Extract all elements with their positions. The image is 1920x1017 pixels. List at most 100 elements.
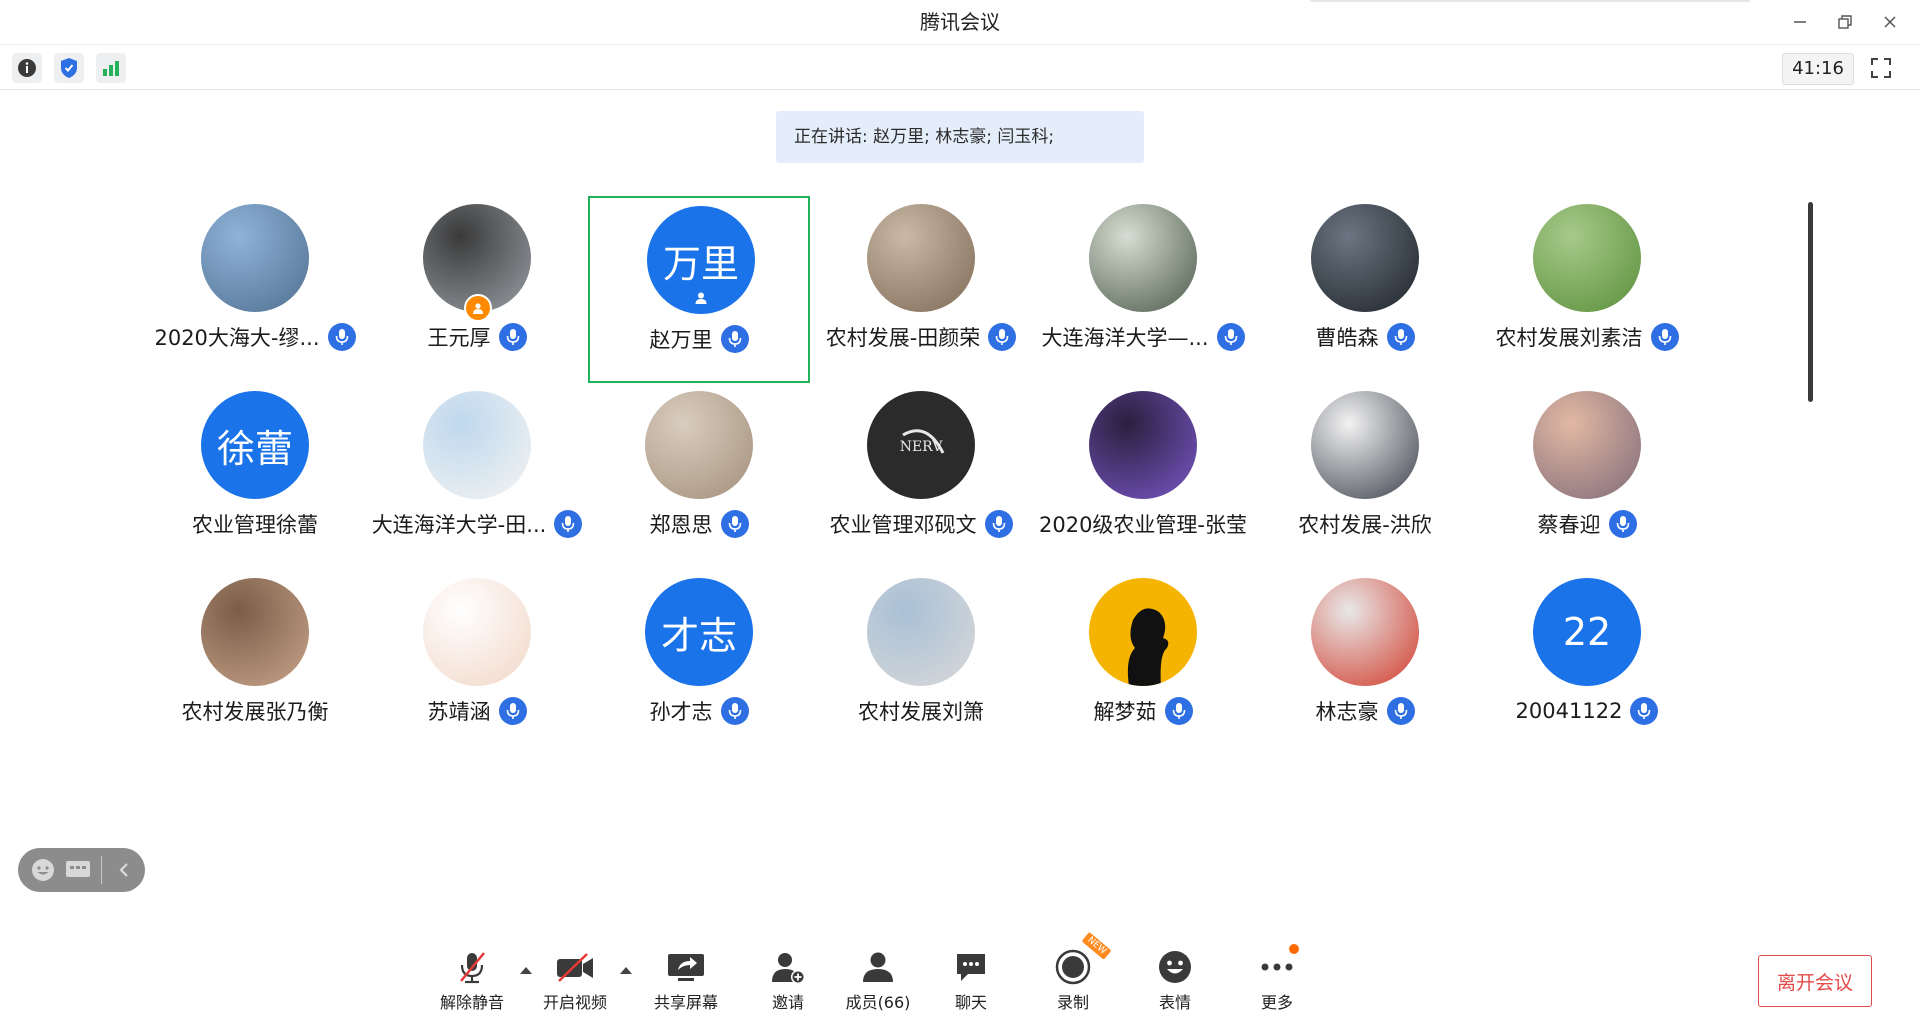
participant-name-row: 孙才志: [588, 695, 810, 727]
caption-button[interactable]: [65, 856, 92, 884]
leave-meeting-button[interactable]: 离开会议: [1758, 955, 1872, 1007]
participant-name: 农业管理徐蕾: [192, 513, 318, 537]
restore-icon: [1837, 15, 1852, 29]
participant-tile[interactable]: 苏靖涵: [366, 570, 588, 757]
participant-name: 农村发展-洪欣: [1298, 513, 1432, 537]
more-label: 更多: [1260, 993, 1293, 1012]
participant-tile[interactable]: 22 20041122: [1476, 570, 1698, 757]
avatar-initials-text: 徐蕾: [216, 426, 293, 471]
participant-name: 王元厚: [427, 326, 491, 350]
participant-tile[interactable]: 蔡春迎: [1476, 383, 1698, 570]
participant-tile[interactable]: 农村发展刘素洁: [1476, 196, 1698, 383]
avatar-image: [867, 578, 975, 686]
participant-tile[interactable]: 解梦茹: [1032, 570, 1254, 757]
participant-tile[interactable]: 林志豪: [1254, 570, 1476, 757]
avatar-image: [1311, 578, 1419, 686]
restore-button[interactable]: [1822, 0, 1867, 44]
mic-active-icon: [1608, 510, 1637, 538]
participant-name: 解梦茹: [1093, 700, 1157, 724]
participant-tile[interactable]: 农村发展张乃衡: [144, 570, 366, 757]
participant-tile[interactable]: 农村发展-洪欣: [1254, 383, 1476, 570]
participant-tile[interactable]: 曹皓森: [1254, 196, 1476, 383]
participant-grid: 2020大海大-缪... 王元厚 万里 赵万里 农村发展-田颜荣 大连海洋大学—... 曹皓…: [0, 0, 1800, 760]
emoji-button[interactable]: [30, 856, 57, 884]
participant-name-row: 曹皓森: [1254, 321, 1476, 353]
participant-name-row: 农村发展-洪欣: [1254, 508, 1476, 540]
avatar-image: [1533, 391, 1641, 499]
mic-active-icon: [1386, 697, 1415, 725]
participant-tile[interactable]: 农村发展-田颜荣: [810, 196, 1032, 383]
participant-name-row: 解梦茹: [1032, 695, 1254, 727]
participant-name: 农村发展刘素洁: [1495, 326, 1643, 350]
avatar-initials: 才志: [645, 578, 753, 686]
reactions-label: 表情: [1158, 993, 1191, 1012]
reactions-button[interactable]: 表情: [1130, 948, 1220, 1014]
fullscreen-button[interactable]: [1866, 53, 1896, 83]
participant-tile[interactable]: 万里 赵万里: [588, 196, 810, 383]
avatar-initials-text: 万里: [662, 241, 739, 286]
user-icon: [691, 288, 711, 308]
record-label: 录制: [1056, 993, 1089, 1012]
participant-tile[interactable]: 郑恩思: [588, 383, 810, 570]
more-button[interactable]: 更多: [1232, 944, 1322, 1014]
close-icon: [1883, 16, 1896, 28]
participant-name-row: 大连海洋大学-田...: [366, 508, 588, 540]
participant-name: 大连海洋大学—...: [1041, 326, 1209, 350]
invite-label: 邀请: [771, 993, 804, 1012]
mic-active-icon: [1630, 697, 1659, 725]
collapse-reactions-button[interactable]: [110, 856, 137, 884]
bottom-bar: 解除静音 开启视频 共享屏幕 邀请 成员(66) 聊天 NEW 录制 表情 更多: [0, 931, 1920, 1017]
chat-label: 聊天: [954, 993, 987, 1012]
chat-button[interactable]: 聊天: [926, 948, 1016, 1014]
participant-tile[interactable]: 徐蕾 农业管理徐蕾: [144, 383, 366, 570]
close-button[interactable]: [1867, 0, 1912, 44]
participant-tile[interactable]: 王元厚: [366, 196, 588, 383]
participant-tile[interactable]: 大连海洋大学-田...: [366, 383, 588, 570]
avatar-initials: 万里: [647, 206, 755, 314]
participant-tile[interactable]: 2020大海大-缪...: [144, 196, 366, 383]
video-options-caret[interactable]: [618, 962, 634, 978]
participant-name-row: 郑恩思: [588, 508, 810, 540]
avatar-image: [1533, 204, 1641, 312]
mic-active-icon: [498, 323, 527, 351]
avatar-initials-text: 才志: [660, 613, 737, 658]
participant-name: 2020级农业管理-张莹: [1038, 513, 1248, 537]
invite-button[interactable]: 邀请: [743, 948, 833, 1014]
participant-name-row: 农村发展张乃衡: [144, 695, 366, 727]
reaction-bar: [18, 848, 145, 892]
fullscreen-icon: [1871, 58, 1891, 78]
video-off-icon: [557, 953, 593, 982]
mic-active-icon: [720, 697, 749, 725]
start-video-button[interactable]: 开启视频: [530, 948, 620, 1014]
unmute-button[interactable]: 解除静音: [427, 948, 517, 1014]
participant-name: 2020大海大-缪...: [154, 326, 320, 350]
chat-icon: [957, 954, 985, 981]
members-button[interactable]: 成员(66): [833, 948, 923, 1014]
unmute-label: 解除静音: [439, 993, 504, 1012]
participant-tile[interactable]: NERV 农业管理邓砚文: [810, 383, 1032, 570]
participant-tile[interactable]: 才志 孙才志: [588, 570, 810, 757]
share-screen-button[interactable]: 共享屏幕: [641, 948, 731, 1014]
avatar-image: [1089, 391, 1197, 499]
participant-tile[interactable]: 2020级农业管理-张莹: [1032, 383, 1254, 570]
mic-active-icon: [498, 697, 527, 725]
record-button[interactable]: NEW 录制: [1028, 931, 1118, 1014]
participant-name-row: 王元厚: [366, 321, 588, 353]
participant-name-row: 农村发展-田颜荣: [810, 321, 1032, 353]
caret-up-icon: [620, 967, 632, 974]
participant-tile[interactable]: 大连海洋大学—...: [1032, 196, 1254, 383]
participant-name-row: 2020大海大-缪...: [144, 321, 366, 353]
invite-user-icon: [772, 953, 805, 984]
avatar-image: [1311, 391, 1419, 499]
avatar-image: [1089, 578, 1197, 686]
caption-icon: [66, 861, 91, 877]
participant-tile[interactable]: 农村发展刘箫: [810, 570, 1032, 757]
record-icon: [1055, 949, 1091, 985]
participant-name-row: 20041122: [1476, 695, 1698, 727]
grid-scrollbar[interactable]: [1808, 202, 1813, 402]
avatar-image: [423, 578, 531, 686]
mic-muted-icon: [460, 952, 485, 984]
participant-name-row: 林志豪: [1254, 695, 1476, 727]
mic-active-icon: [554, 510, 583, 538]
participant-name-row: 农业管理徐蕾: [144, 508, 366, 540]
